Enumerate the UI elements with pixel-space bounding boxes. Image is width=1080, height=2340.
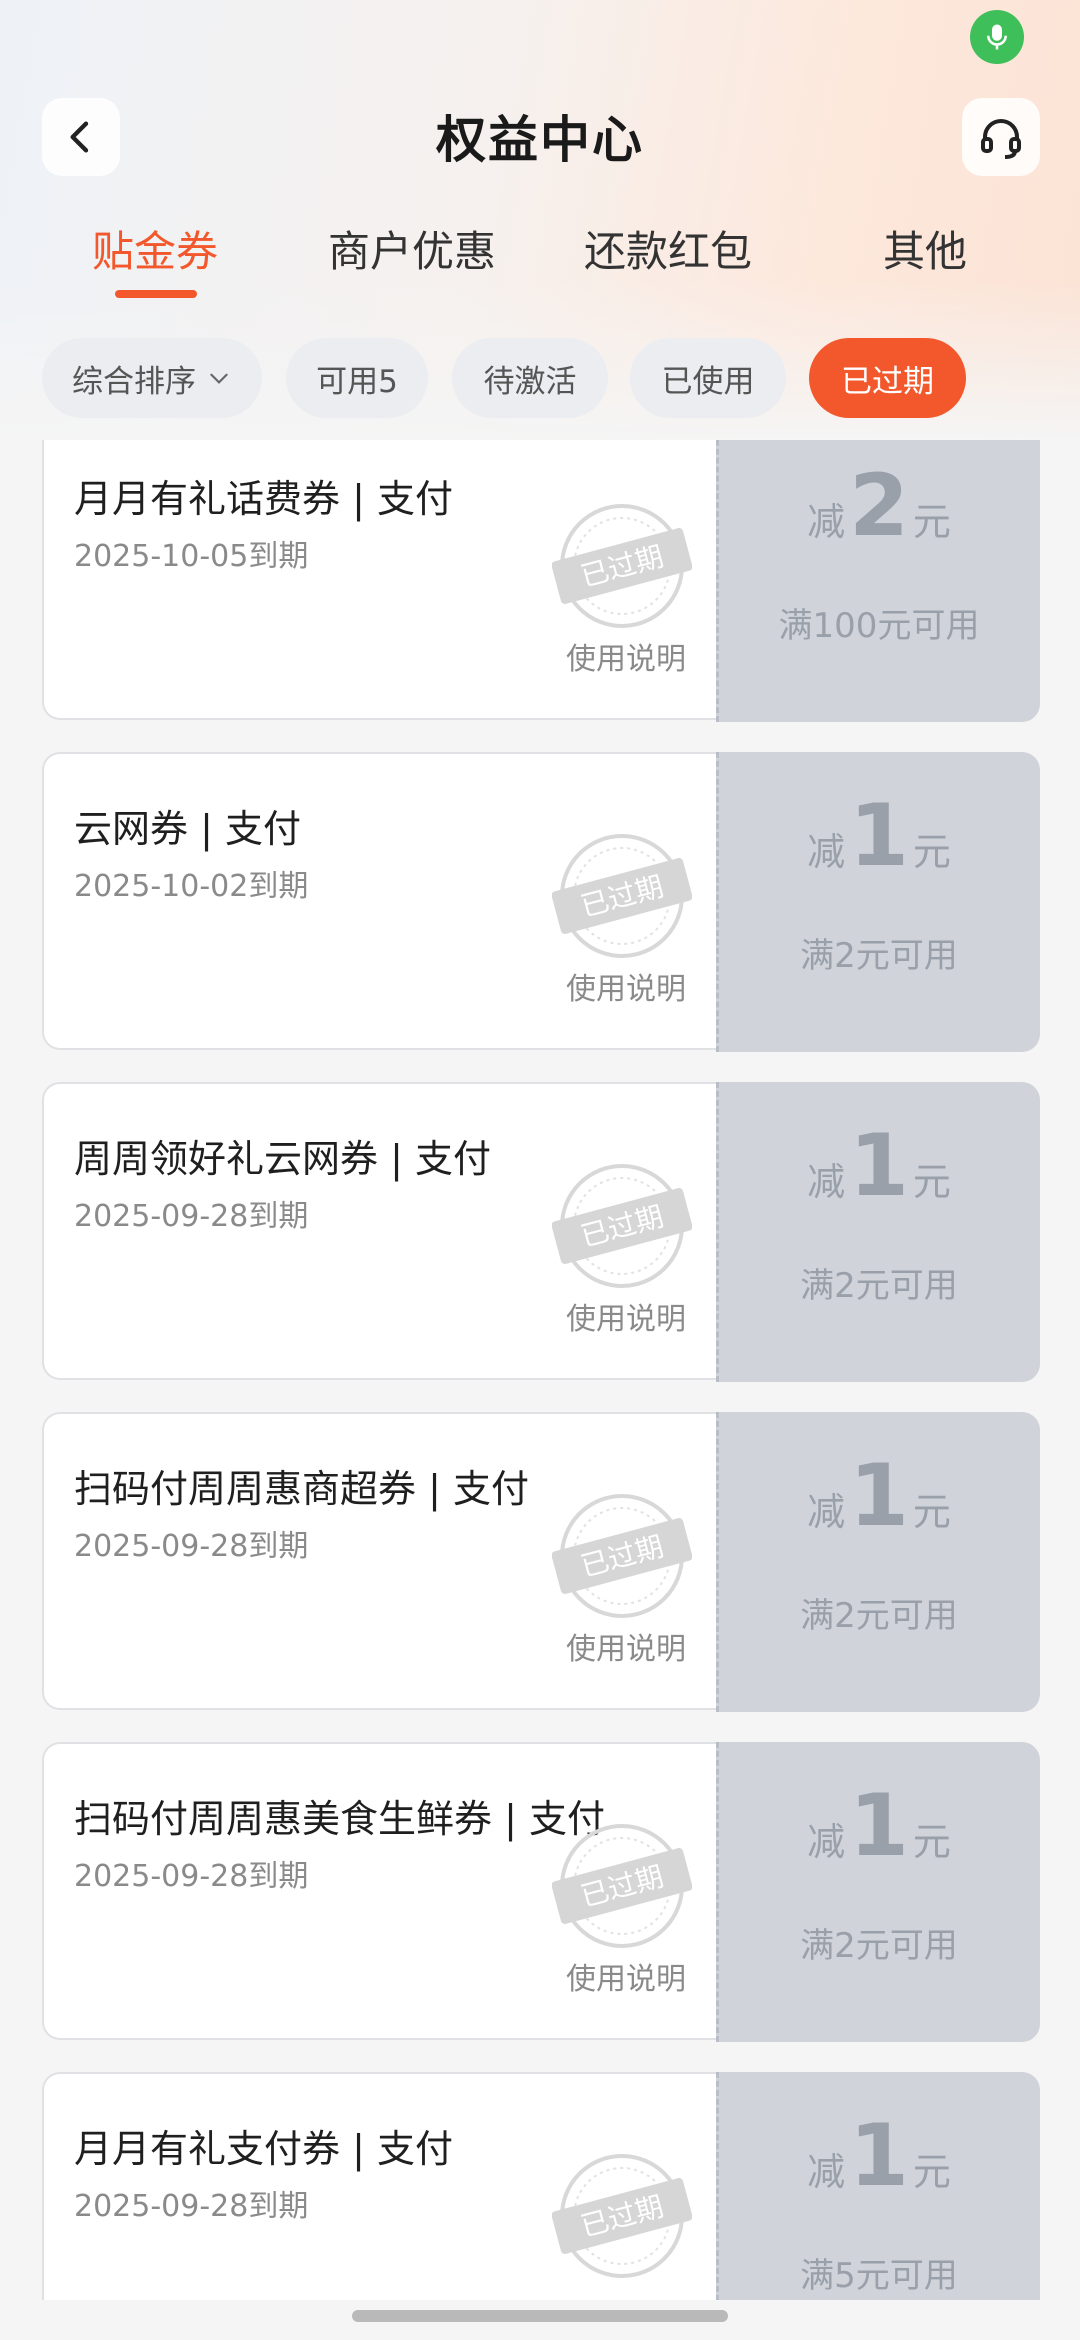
filter-available-label: 可用5 — [316, 363, 398, 400]
filter-used-label: 已使用 — [661, 363, 755, 400]
coupon-expiry: 2025-09-28到期 — [74, 1199, 309, 1234]
coupon-info: 月月有礼支付券 | 支付 2025-09-28到期 已过期 — [42, 2072, 716, 2300]
coupon-condition: 满2元可用 — [800, 1926, 958, 1966]
coupon-value-panel: 减1 元 满2元可用 — [716, 752, 1040, 1052]
coupon-info: 云网券 | 支付 2025-10-02到期 使用说明 已过期 — [42, 752, 716, 1050]
coupon-value-panel: 减1 元 满5元可用 — [716, 2072, 1040, 2300]
coupon-card[interactable]: 月月有礼支付券 | 支付 2025-09-28到期 已过期 减1 元 满5元可用 — [42, 2072, 1040, 2300]
coupon-card[interactable]: 扫码付周周惠美食生鲜券 | 支付 2025-09-28到期 使用说明 已过期 减… — [42, 1742, 1040, 2042]
coupon-info: 扫码付周周惠美食生鲜券 | 支付 2025-09-28到期 使用说明 已过期 — [42, 1742, 716, 2040]
coupon-info: 月月有礼话费券 | 支付 2025-10-05到期 使用说明 已过期 — [42, 440, 716, 720]
tab-merchant-offers[interactable]: 商户优惠 — [302, 218, 522, 279]
coupon-card[interactable]: 周周领好礼云网券 | 支付 2025-09-28到期 使用说明 已过期 减1 元 … — [42, 1082, 1040, 1382]
expired-stamp-icon: 已过期 — [552, 834, 692, 958]
coupon-card[interactable]: 扫码付周周惠商超券 | 支付 2025-09-28到期 使用说明 已过期 减1 元… — [42, 1412, 1040, 1712]
usage-instructions-link[interactable]: 使用说明 — [566, 1294, 686, 1338]
coupon-amount: 减1 元 — [807, 786, 951, 886]
filter-sort[interactable]: 综合排序 — [42, 338, 262, 418]
filter-expired[interactable]: 已过期 — [809, 338, 966, 418]
coupon-value-panel: 减2 元 满100元可用 — [716, 440, 1040, 722]
active-tab-indicator — [115, 290, 197, 298]
tab-repayment-redpacket[interactable]: 还款红包 — [558, 218, 778, 279]
coupon-value-panel: 减1 元 满2元可用 — [716, 1412, 1040, 1712]
category-tabs: 贴金券 商户优惠 还款红包 其他 — [0, 218, 1080, 298]
coupon-info: 周周领好礼云网券 | 支付 2025-09-28到期 使用说明 已过期 — [42, 1082, 716, 1380]
coupon-amount: 减1 元 — [807, 1446, 951, 1546]
coupon-info: 扫码付周周惠商超券 | 支付 2025-09-28到期 使用说明 已过期 — [42, 1412, 716, 1710]
coupon-name: 云网券 | 支付 — [74, 807, 301, 851]
filter-used[interactable]: 已使用 — [630, 338, 786, 418]
coupon-amount: 减1 元 — [807, 1116, 951, 1216]
coupon-list[interactable]: 月月有礼话费券 | 支付 2025-10-05到期 使用说明 已过期 减2 元 满… — [0, 440, 1080, 2300]
customer-service-button[interactable] — [962, 98, 1040, 176]
expired-stamp-icon: 已过期 — [552, 1164, 692, 1288]
coupon-name: 月月有礼话费券 | 支付 — [74, 477, 453, 521]
usage-instructions-link[interactable]: 使用说明 — [566, 964, 686, 1008]
coupon-name: 月月有礼支付券 | 支付 — [74, 2127, 453, 2171]
coupon-card[interactable]: 云网券 | 支付 2025-10-02到期 使用说明 已过期 减1 元 满2元可用 — [42, 752, 1040, 1052]
coupon-expiry: 2025-09-28到期 — [74, 1529, 309, 1564]
microphone-indicator[interactable] — [970, 10, 1024, 64]
coupon-name: 周周领好礼云网券 | 支付 — [74, 1137, 491, 1181]
expired-stamp-icon: 已过期 — [552, 1494, 692, 1618]
expired-stamp-icon: 已过期 — [552, 2154, 692, 2278]
usage-instructions-link[interactable]: 使用说明 — [566, 1624, 686, 1668]
expired-stamp-icon: 已过期 — [552, 504, 692, 628]
coupon-expiry: 2025-10-05到期 — [74, 539, 309, 574]
filter-expired-label: 已过期 — [841, 363, 934, 400]
home-indicator[interactable] — [352, 2310, 728, 2322]
coupon-condition: 满5元可用 — [800, 2256, 958, 2296]
coupon-amount: 减1 元 — [807, 1776, 951, 1876]
filter-chips: 综合排序 可用5 待激活 已使用 已过期 — [0, 338, 1080, 418]
coupon-amount: 减1 元 — [807, 2106, 951, 2206]
coupon-condition: 满2元可用 — [800, 1596, 958, 1636]
coupon-condition: 满2元可用 — [800, 1266, 958, 1306]
filter-available[interactable]: 可用5 — [286, 338, 428, 418]
filter-pending-label: 待激活 — [483, 363, 577, 400]
headset-icon — [981, 119, 1021, 159]
coupon-value-panel: 减1 元 满2元可用 — [716, 1082, 1040, 1382]
usage-instructions-link[interactable]: 使用说明 — [566, 634, 686, 678]
coupon-condition: 满2元可用 — [800, 936, 958, 976]
usage-instructions-link[interactable]: 使用说明 — [566, 1954, 686, 1998]
chevron-down-icon — [210, 373, 228, 384]
coupon-value-panel: 减1 元 满2元可用 — [716, 1742, 1040, 2042]
coupon-expiry: 2025-09-28到期 — [74, 1859, 309, 1894]
coupon-amount: 减2 元 — [807, 456, 951, 556]
coupon-card[interactable]: 月月有礼话费券 | 支付 2025-10-05到期 使用说明 已过期 减2 元 满… — [42, 440, 1040, 722]
page-title: 权益中心 — [436, 111, 644, 169]
microphone-icon — [987, 24, 1007, 50]
tab-subsidy-coupons[interactable]: 贴金券 — [45, 218, 265, 279]
coupon-name: 扫码付周周惠美食生鲜券 | 支付 — [74, 1797, 605, 1841]
expired-stamp-icon: 已过期 — [552, 1824, 692, 1948]
filter-pending-activation[interactable]: 待激活 — [452, 338, 608, 418]
coupon-name: 扫码付周周惠商超券 | 支付 — [74, 1467, 529, 1511]
filter-sort-label: 综合排序 — [72, 363, 196, 400]
coupon-expiry: 2025-09-28到期 — [74, 2189, 309, 2224]
coupon-expiry: 2025-10-02到期 — [74, 869, 309, 904]
coupon-condition: 满100元可用 — [778, 606, 980, 646]
tab-other[interactable]: 其他 — [815, 218, 1035, 279]
